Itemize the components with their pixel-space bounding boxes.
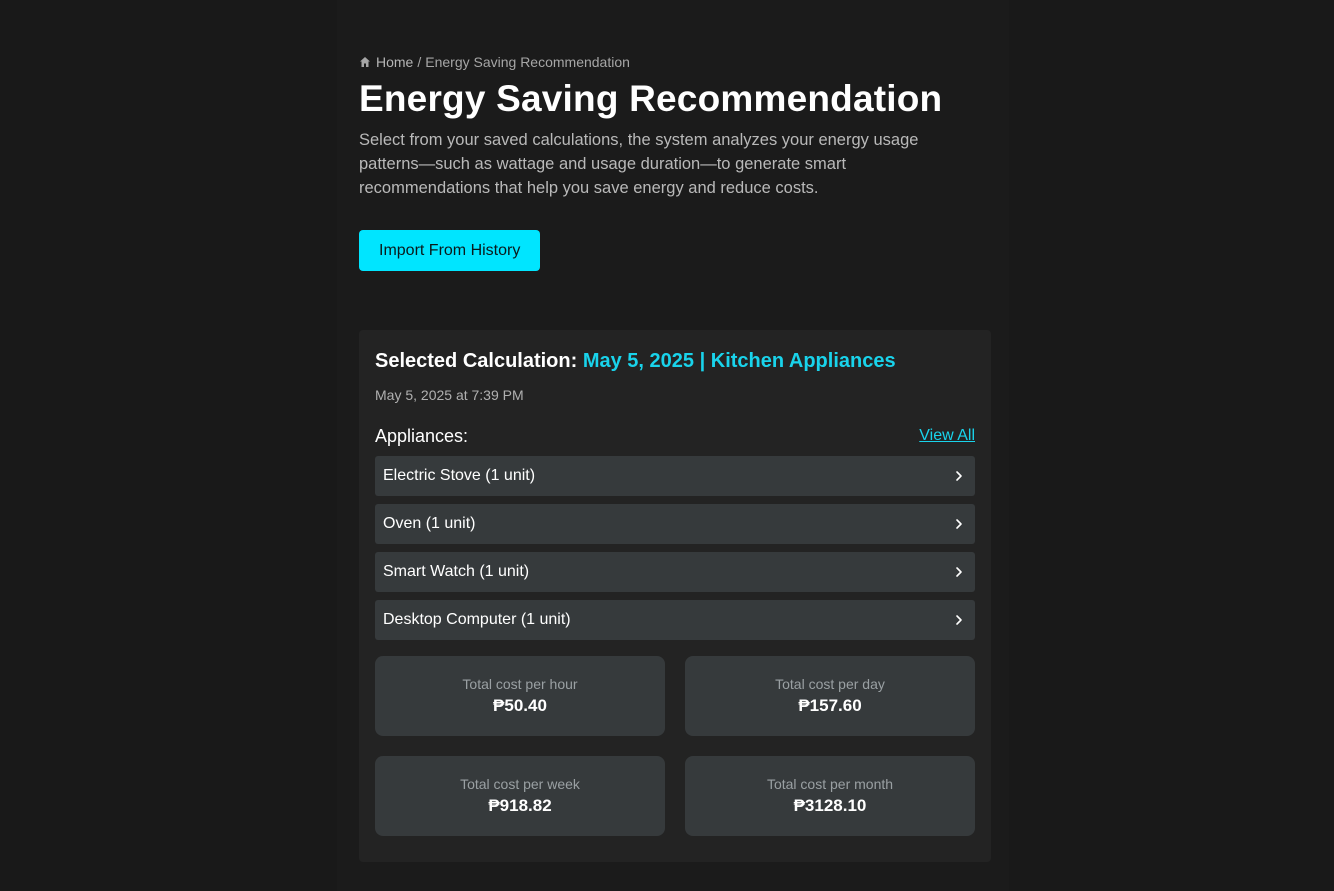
selected-calculation-prefix: Selected Calculation: bbox=[375, 350, 578, 372]
stat-value: ₱3128.10 bbox=[793, 796, 867, 815]
page-title: Energy Saving Recommendation bbox=[359, 78, 943, 119]
appliance-name: Desktop Computer (1 unit) bbox=[383, 611, 571, 628]
stat-label: Total cost per month bbox=[766, 776, 894, 792]
stat-label: Total cost per hour bbox=[462, 676, 578, 692]
chevron-right-icon bbox=[953, 470, 965, 482]
appliance-name: Smart Watch (1 unit) bbox=[383, 563, 530, 580]
appliance-row[interactable]: Oven (1 unit) bbox=[375, 504, 975, 544]
stat-value: ₱918.82 bbox=[488, 796, 552, 815]
stat-cost-per-week: Total cost per week ₱918.82 bbox=[375, 756, 665, 836]
stat-value: ₱157.60 bbox=[798, 696, 862, 715]
breadcrumb-separator: / bbox=[417, 54, 422, 70]
stat-label: Total cost per week bbox=[460, 776, 580, 792]
calculation-timestamp: May 5, 2025 at 7:39 PM bbox=[375, 387, 524, 403]
appliance-name: Oven (1 unit) bbox=[383, 515, 476, 532]
stat-cost-per-month: Total cost per month ₱3128.10 bbox=[685, 756, 975, 836]
cost-stats: Total cost per hour ₱50.40 Total cost pe… bbox=[375, 656, 975, 836]
breadcrumb: Home / Energy Saving Recommendation bbox=[359, 52, 991, 72]
stat-value: ₱50.40 bbox=[493, 696, 547, 715]
chevron-right-icon bbox=[953, 566, 965, 578]
selected-calculation-name: May 5, 2025 | Kitchen Appliances bbox=[582, 350, 896, 372]
chevron-right-icon bbox=[953, 518, 965, 530]
breadcrumb-current: Energy Saving Recommendation bbox=[425, 54, 630, 70]
stat-cost-per-day: Total cost per day ₱157.60 bbox=[685, 656, 975, 736]
appliance-list: Electric Stove (1 unit) Oven (1 unit) Sm… bbox=[375, 456, 975, 640]
selected-calculation-title: Selected Calculation: May 5, 2025 | Kitc… bbox=[375, 348, 975, 374]
appliances-header: Appliances: View All bbox=[375, 425, 975, 447]
stat-label: Total cost per day bbox=[775, 676, 885, 692]
chevron-right-icon bbox=[953, 614, 965, 626]
view-all-link[interactable]: View All bbox=[919, 427, 975, 445]
breadcrumb-home-link[interactable]: Home bbox=[376, 54, 413, 70]
selected-calculation-card: Selected Calculation: May 5, 2025 | Kitc… bbox=[359, 330, 991, 862]
import-from-history-button[interactable]: Import From History bbox=[359, 230, 541, 271]
home-icon[interactable] bbox=[359, 56, 371, 68]
appliance-row[interactable]: Electric Stove (1 unit) bbox=[375, 456, 975, 496]
appliance-row[interactable]: Desktop Computer (1 unit) bbox=[375, 600, 975, 640]
stat-cost-per-hour: Total cost per hour ₱50.40 bbox=[375, 656, 665, 736]
main-content: Home / Energy Saving Recommendation Ener… bbox=[359, 52, 991, 271]
page-description: Select from your saved calculations, the… bbox=[359, 131, 919, 197]
appliances-label: Appliances: bbox=[375, 425, 469, 446]
appliance-row[interactable]: Smart Watch (1 unit) bbox=[375, 552, 975, 592]
appliance-name: Electric Stove (1 unit) bbox=[383, 467, 536, 484]
